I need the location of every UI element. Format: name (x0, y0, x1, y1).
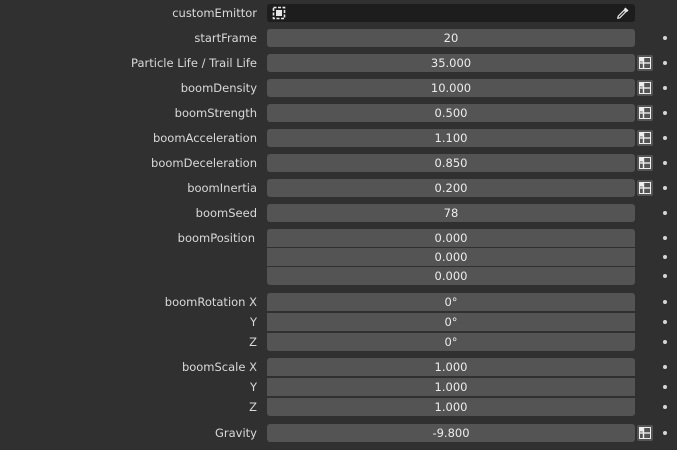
animate-property-dot[interactable] (663, 36, 667, 40)
boom-density-label: boomDensity (180, 81, 257, 95)
boom-density-field[interactable]: 10.000 (267, 79, 635, 97)
animate-property-dot[interactable] (663, 320, 667, 324)
particle-life-field[interactable]: 35.000 (267, 54, 635, 72)
animate-property-dot[interactable] (663, 365, 667, 369)
boom-inertia-label: boomInertia (187, 181, 257, 195)
animate-property-dot[interactable] (663, 274, 667, 278)
custom-emitter-row: customEmittor (0, 3, 677, 23)
boom-seed-field[interactable]: 78 (267, 204, 635, 222)
boom-scale-y-field[interactable]: 1.000 (267, 378, 635, 396)
animate-property-dot[interactable] (663, 236, 667, 240)
boom-rotation-x-label: boomRotation X (164, 295, 257, 309)
keyframe-toggle-icon[interactable] (637, 425, 653, 441)
boom-rotation-y-label: Y (249, 315, 257, 329)
boom-scale-row-y: Y 1.000 (0, 377, 677, 397)
animate-property-dot[interactable] (663, 405, 667, 409)
boom-position-y-field[interactable]: 0.000 (267, 248, 635, 266)
start-frame-row: startFrame 20 (0, 28, 677, 48)
boom-position-x-field[interactable]: 0.000 (267, 229, 635, 247)
boom-position-row-y: 0.000 (0, 247, 677, 267)
boom-scale-z-field[interactable]: 1.000 (267, 398, 635, 416)
boom-acceleration-row: boomAcceleration 1.100 (0, 128, 677, 148)
boom-inertia-field[interactable]: 0.200 (267, 179, 635, 197)
animate-property-dot[interactable] (663, 255, 667, 259)
animate-property-dot[interactable] (663, 300, 667, 304)
custom-emitter-label: customEmittor (172, 6, 257, 20)
boom-deceleration-row: boomDeceleration 0.850 (0, 153, 677, 173)
boom-rotation-row-x: boomRotation X 0° (0, 292, 677, 312)
boom-position-row-z: 0.000 (0, 266, 677, 286)
boom-scale-row-z: Z 1.000 (0, 397, 677, 417)
boom-rotation-row-z: Z 0° (0, 332, 677, 352)
boom-strength-row: boomStrength 0.500 (0, 103, 677, 123)
boom-seed-label: boomSeed (195, 206, 257, 220)
boom-acceleration-field[interactable]: 1.100 (267, 129, 635, 147)
keyframe-toggle-icon[interactable] (637, 105, 653, 121)
animate-property-dot[interactable] (663, 111, 667, 115)
keyframe-toggle-icon[interactable] (637, 180, 653, 196)
boom-deceleration-field[interactable]: 0.850 (267, 154, 635, 172)
particle-life-row: Particle Life / Trail Life 35.000 (0, 53, 677, 73)
keyframe-toggle-icon[interactable] (637, 80, 653, 96)
animate-property-dot[interactable] (663, 340, 667, 344)
boom-position-z-field[interactable]: 0.000 (267, 267, 635, 285)
boom-strength-field[interactable]: 0.500 (267, 104, 635, 122)
boom-strength-label: boomStrength (174, 106, 257, 120)
boom-rotation-z-field[interactable]: 0° (267, 333, 635, 351)
boom-position-row-x: boomPosition 0.000 (0, 228, 677, 248)
animate-property-dot[interactable] (663, 86, 667, 90)
animate-property-dot[interactable] (663, 61, 667, 65)
boom-scale-z-label: Z (249, 400, 257, 414)
animate-property-dot[interactable] (663, 211, 667, 215)
keyframe-toggle-icon[interactable] (637, 130, 653, 146)
boom-scale-x-label: boomScale X (181, 360, 257, 374)
boom-position-label: boomPosition (177, 231, 255, 245)
boom-acceleration-label: boomAcceleration (152, 131, 257, 145)
particle-life-label: Particle Life / Trail Life (131, 56, 257, 70)
boom-density-row: boomDensity 10.000 (0, 78, 677, 98)
boom-inertia-row: boomInertia 0.200 (0, 178, 677, 198)
animate-property-dot[interactable] (663, 431, 667, 435)
object-icon (272, 6, 286, 25)
boom-seed-row: boomSeed 78 (0, 203, 677, 223)
boom-rotation-x-field[interactable]: 0° (267, 293, 635, 311)
gravity-label: Gravity (214, 426, 257, 440)
boom-scale-y-label: Y (249, 380, 257, 394)
animate-property-dot[interactable] (663, 161, 667, 165)
eyedropper-icon[interactable] (615, 5, 631, 26)
animate-property-dot[interactable] (663, 136, 667, 140)
start-frame-field[interactable]: 20 (267, 29, 635, 47)
boom-rotation-row-y: Y 0° (0, 312, 677, 332)
boom-scale-row-x: boomScale X 1.000 (0, 357, 677, 377)
keyframe-toggle-icon[interactable] (637, 55, 653, 71)
gravity-row: Gravity -9.800 (0, 423, 677, 443)
keyframe-toggle-icon[interactable] (637, 155, 653, 171)
boom-rotation-z-label: Z (249, 335, 257, 349)
gravity-field[interactable]: -9.800 (267, 424, 635, 442)
animate-property-dot[interactable] (663, 186, 667, 190)
boom-rotation-y-field[interactable]: 0° (267, 313, 635, 331)
custom-emitter-field[interactable] (267, 4, 635, 22)
animate-property-dot[interactable] (663, 385, 667, 389)
start-frame-label: startFrame (194, 31, 257, 45)
boom-deceleration-label: boomDeceleration (151, 156, 257, 170)
boom-scale-x-field[interactable]: 1.000 (267, 358, 635, 376)
